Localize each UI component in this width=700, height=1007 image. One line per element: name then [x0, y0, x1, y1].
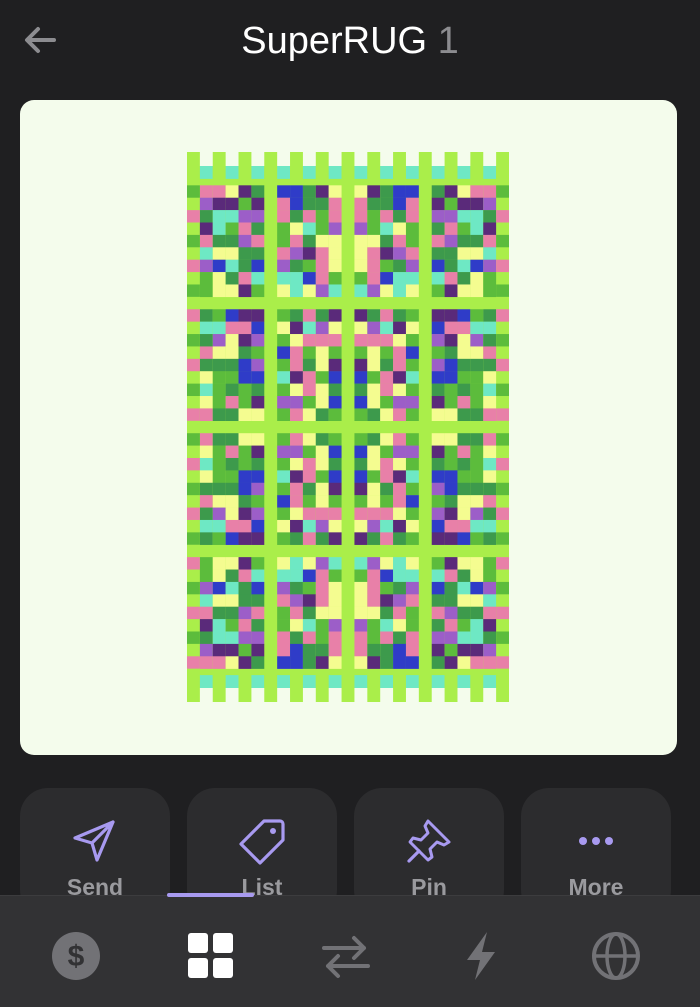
header: SuperRUG 1 [0, 0, 700, 84]
dollar-icon: $ [52, 932, 100, 980]
more-icon [579, 837, 613, 845]
lightning-icon [467, 932, 495, 980]
bottom-nav: $ [0, 895, 700, 1007]
svg-text:$: $ [68, 940, 85, 973]
nav-activity[interactable] [455, 930, 507, 982]
pin-icon [407, 819, 451, 863]
grid-icon [188, 933, 233, 978]
nav-wallet[interactable]: $ [50, 930, 102, 982]
globe-icon [592, 932, 640, 980]
token-number: 1 [437, 20, 459, 62]
send-icon [73, 820, 115, 862]
action-bar: Send List Pin More [0, 788, 700, 918]
collection-name: SuperRUG [241, 20, 428, 62]
tag-icon [239, 819, 285, 865]
nav-collectibles[interactable] [185, 930, 237, 982]
nav-swap[interactable] [320, 930, 372, 982]
nav-browser[interactable] [590, 930, 642, 982]
rug-artwork [187, 152, 509, 702]
artwork-card[interactable] [20, 100, 677, 755]
swap-icon [322, 936, 370, 978]
active-tab-indicator [167, 893, 254, 897]
page-title: SuperRUG 1 [0, 18, 700, 64]
